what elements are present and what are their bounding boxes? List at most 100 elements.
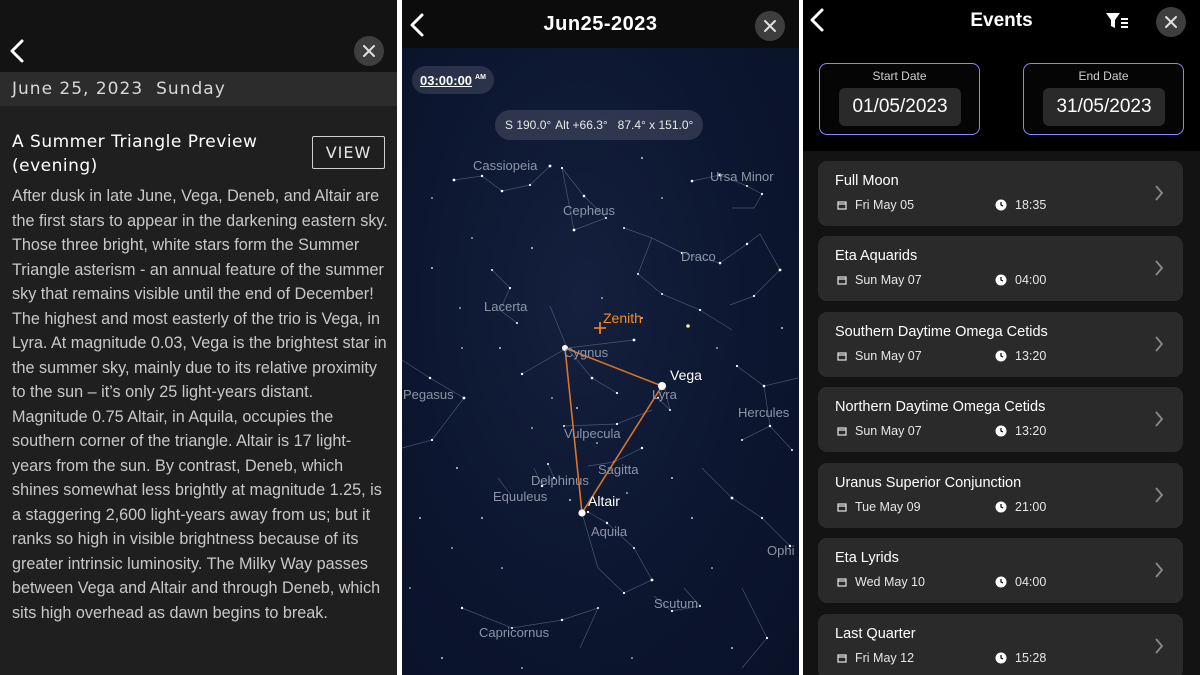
event-header: A Summer Triangle Preview (evening) VIEW bbox=[0, 106, 397, 182]
event-time-text: 13:20 bbox=[1015, 349, 1047, 363]
events-panel: Events Start Date 01/05/2023 End Date 31… bbox=[803, 0, 1200, 675]
label-cepheus: Cepheus bbox=[563, 203, 616, 218]
readout-direction: S 190.0° bbox=[505, 118, 552, 132]
label-cygnus: Cygnus bbox=[564, 345, 609, 360]
event-time: 21:00 bbox=[995, 500, 1046, 514]
clock-icon bbox=[995, 199, 1007, 211]
label-sagitta: Sagitta bbox=[598, 462, 639, 477]
label-capricornus: Capricornus bbox=[479, 625, 550, 640]
clock-icon bbox=[995, 274, 1007, 286]
view-coordinates-readout: S 190.0° Alt +66.3° 87.4° x 151.0° bbox=[495, 110, 704, 140]
event-card[interactable]: Eta Lyrids Wed May 10 04:00 bbox=[818, 538, 1183, 603]
clock-icon bbox=[995, 652, 1007, 664]
event-card[interactable]: Northern Daytime Omega Cetids Sun May 07… bbox=[818, 387, 1183, 452]
event-date-row: June 25, 2023 Sunday bbox=[0, 72, 397, 106]
sky-top-bar: Jun25-2023 bbox=[402, 0, 799, 48]
event-date: Sun May 07 bbox=[837, 424, 922, 438]
event-card[interactable]: Uranus Superior Conjunction Tue May 09 2… bbox=[818, 463, 1183, 528]
event-time: 13:20 bbox=[995, 349, 1046, 363]
chevron-right-icon bbox=[1155, 260, 1164, 276]
event-name: Eta Aquarids bbox=[835, 248, 918, 264]
event-time: 13:20 bbox=[995, 424, 1046, 438]
clock-icon bbox=[995, 501, 1007, 513]
event-date: Sun May 07 bbox=[837, 273, 922, 287]
end-date-label: End Date bbox=[1078, 69, 1129, 83]
label-lyra: Lyra bbox=[652, 387, 677, 402]
close-button[interactable] bbox=[1156, 7, 1186, 37]
event-name: Full Moon bbox=[835, 173, 899, 189]
close-button[interactable] bbox=[755, 11, 785, 41]
time-value: 03:00:00 bbox=[420, 72, 473, 88]
event-date-text: Sun May 07 bbox=[855, 349, 922, 363]
event-card[interactable]: Last Quarter Fri May 12 15:28 bbox=[818, 614, 1183, 675]
label-altair: Altair bbox=[588, 493, 620, 509]
end-date-field[interactable]: 31/05/2023 bbox=[1043, 88, 1165, 126]
event-date-text: Fri May 12 bbox=[855, 651, 915, 665]
events-top-bar: Events bbox=[803, 0, 1200, 44]
event-time-text: 18:35 bbox=[1015, 198, 1047, 212]
calendar-icon bbox=[837, 578, 847, 587]
start-date-box: Start Date 01/05/2023 bbox=[819, 63, 980, 135]
event-card[interactable]: Eta Aquarids Sun May 07 04:00 bbox=[818, 236, 1183, 301]
events-title: Events bbox=[970, 10, 1033, 31]
event-date: Sun May 07 bbox=[837, 349, 922, 363]
event-card[interactable]: Full Moon Fri May 05 18:35 bbox=[818, 161, 1183, 226]
event-time: 15:28 bbox=[995, 651, 1046, 665]
event-time-text: 15:28 bbox=[1015, 651, 1047, 665]
sky-date-title: Jun25-2023 bbox=[543, 13, 658, 35]
label-draco: Draco bbox=[681, 249, 716, 264]
close-icon bbox=[1165, 16, 1177, 28]
time-selector[interactable]: 03:00:00 AM bbox=[412, 66, 494, 94]
event-weekday: Sunday bbox=[156, 79, 226, 99]
chevron-right-icon bbox=[1155, 562, 1164, 578]
event-date: Tue May 09 bbox=[837, 500, 921, 514]
label-aquila: Aquila bbox=[591, 524, 628, 539]
events-list: Full Moon Fri May 05 18:35 Eta Aquarids … bbox=[803, 151, 1200, 675]
calendar-icon bbox=[837, 352, 847, 361]
back-button[interactable] bbox=[4, 36, 34, 66]
detail-top-bar bbox=[0, 0, 397, 72]
event-time-text: 13:20 bbox=[1015, 424, 1047, 438]
event-name: Uranus Superior Conjunction bbox=[835, 475, 1022, 491]
constellation-lines bbox=[402, 157, 799, 669]
view-button[interactable]: VIEW bbox=[312, 136, 385, 169]
event-time-text: 04:00 bbox=[1015, 575, 1047, 589]
event-date-text: Tue May 09 bbox=[855, 500, 921, 514]
chevron-right-icon bbox=[1155, 411, 1164, 427]
start-date-label: Start Date bbox=[872, 69, 927, 83]
event-date: Wed May 10 bbox=[837, 575, 925, 589]
clock-icon bbox=[995, 576, 1007, 588]
close-button[interactable] bbox=[354, 36, 384, 66]
chevron-right-icon bbox=[1155, 336, 1164, 352]
label-delphinus: Delphinus bbox=[531, 473, 589, 488]
event-name: Eta Lyrids bbox=[835, 550, 899, 566]
label-cassiopeia: Cassiopeia bbox=[473, 158, 538, 173]
filter-icon bbox=[1106, 13, 1128, 28]
event-card[interactable]: Southern Daytime Omega Cetids Sun May 07… bbox=[818, 312, 1183, 377]
label-lacerta: Lacerta bbox=[484, 299, 528, 314]
sky-map[interactable]: Cassiopeia Ursa Minor Cepheus Draco Lace… bbox=[402, 48, 799, 675]
label-ursa-minor: Ursa Minor bbox=[710, 169, 774, 184]
chevron-right-icon bbox=[1155, 487, 1164, 503]
calendar-icon bbox=[837, 201, 847, 210]
readout-altitude: Alt +66.3° bbox=[555, 118, 608, 132]
end-date-box: End Date 31/05/2023 bbox=[1023, 63, 1184, 135]
event-time: 04:00 bbox=[995, 273, 1046, 287]
event-date: Fri May 05 bbox=[837, 198, 914, 212]
event-date: June 25, 2023 bbox=[12, 79, 144, 99]
label-vega: Vega bbox=[670, 367, 702, 383]
clock-icon bbox=[995, 425, 1007, 437]
event-date-text: Sun May 07 bbox=[855, 273, 922, 287]
event-time-text: 04:00 bbox=[1015, 273, 1047, 287]
event-date-text: Sun May 07 bbox=[855, 424, 922, 438]
start-date-field[interactable]: 01/05/2023 bbox=[839, 88, 961, 126]
chevron-right-icon bbox=[1155, 185, 1164, 201]
calendar-icon bbox=[837, 427, 847, 436]
sky-map-panel: Cassiopeia Ursa Minor Cepheus Draco Lace… bbox=[402, 0, 799, 675]
chevron-left-icon bbox=[10, 39, 24, 63]
event-time: 18:35 bbox=[995, 198, 1046, 212]
event-date-text: Fri May 05 bbox=[855, 198, 915, 212]
filter-button[interactable] bbox=[1105, 10, 1129, 32]
label-pegasus: Pegasus bbox=[403, 387, 454, 402]
calendar-icon bbox=[837, 654, 847, 663]
